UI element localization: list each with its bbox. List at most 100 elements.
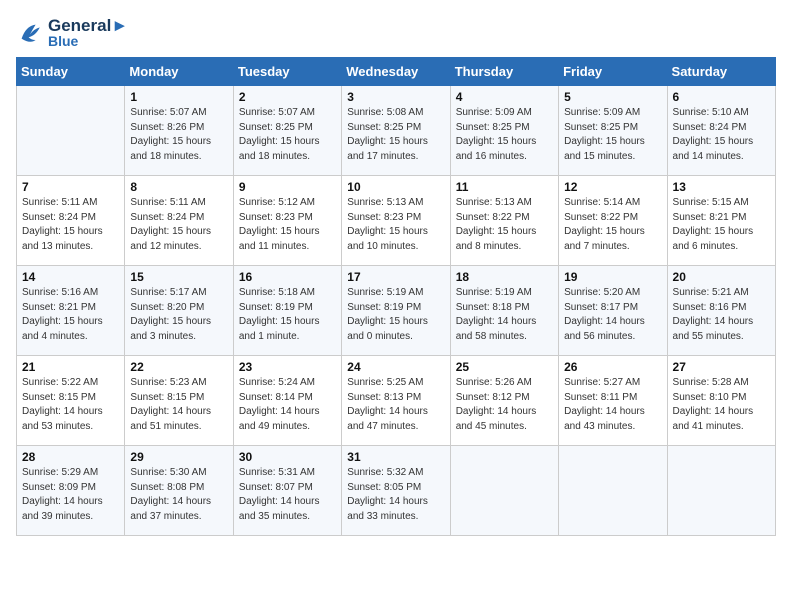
day-info: Sunrise: 5:13 AM Sunset: 8:23 PM Dayligh… [347, 196, 444, 254]
calendar-cell: 21 Sunrise: 5:22 AM Sunset: 8:15 PM Dayli… [17, 356, 125, 446]
calendar-cell: 15 Sunrise: 5:17 AM Sunset: 8:20 PM Dayli… [125, 266, 233, 356]
day-info: Sunrise: 5:20 AM Sunset: 8:17 PM Dayligh… [564, 286, 661, 344]
day-number: 27 [673, 360, 770, 374]
day-info: Sunrise: 5:18 AM Sunset: 8:19 PM Dayligh… [239, 286, 336, 344]
calendar-cell: 31 Sunrise: 5:32 AM Sunset: 8:05 PM Dayli… [342, 446, 450, 536]
day-info: Sunrise: 5:26 AM Sunset: 8:12 PM Dayligh… [456, 376, 553, 434]
calendar-week-row: 1 Sunrise: 5:07 AM Sunset: 8:26 PM Daylig… [17, 86, 776, 176]
calendar-cell: 2 Sunrise: 5:07 AM Sunset: 8:25 PM Daylig… [233, 86, 341, 176]
weekday-header-friday: Friday [559, 58, 667, 86]
day-number: 10 [347, 180, 444, 194]
page-header: General► Blue [16, 16, 776, 49]
logo-text: General► Blue [48, 16, 128, 49]
day-number: 1 [130, 90, 227, 104]
day-number: 9 [239, 180, 336, 194]
day-number: 16 [239, 270, 336, 284]
day-info: Sunrise: 5:25 AM Sunset: 8:13 PM Dayligh… [347, 376, 444, 434]
calendar-table: SundayMondayTuesdayWednesdayThursdayFrid… [16, 57, 776, 536]
calendar-cell: 27 Sunrise: 5:28 AM Sunset: 8:10 PM Dayli… [667, 356, 775, 446]
logo: General► Blue [16, 16, 128, 49]
day-number: 5 [564, 90, 661, 104]
day-info: Sunrise: 5:15 AM Sunset: 8:21 PM Dayligh… [673, 196, 770, 254]
calendar-cell: 17 Sunrise: 5:19 AM Sunset: 8:19 PM Dayli… [342, 266, 450, 356]
calendar-week-row: 21 Sunrise: 5:22 AM Sunset: 8:15 PM Dayli… [17, 356, 776, 446]
calendar-cell: 16 Sunrise: 5:18 AM Sunset: 8:19 PM Dayli… [233, 266, 341, 356]
day-info: Sunrise: 5:27 AM Sunset: 8:11 PM Dayligh… [564, 376, 661, 434]
weekday-header-sunday: Sunday [17, 58, 125, 86]
day-info: Sunrise: 5:23 AM Sunset: 8:15 PM Dayligh… [130, 376, 227, 434]
calendar-cell: 11 Sunrise: 5:13 AM Sunset: 8:22 PM Dayli… [450, 176, 558, 266]
day-number: 11 [456, 180, 553, 194]
calendar-cell: 14 Sunrise: 5:16 AM Sunset: 8:21 PM Dayli… [17, 266, 125, 356]
weekday-header-tuesday: Tuesday [233, 58, 341, 86]
day-info: Sunrise: 5:19 AM Sunset: 8:18 PM Dayligh… [456, 286, 553, 344]
calendar-week-row: 7 Sunrise: 5:11 AM Sunset: 8:24 PM Daylig… [17, 176, 776, 266]
day-number: 17 [347, 270, 444, 284]
calendar-week-row: 28Sunrise: 5:29 AM Sunset: 8:09 PM Dayli… [17, 446, 776, 536]
day-number: 19 [564, 270, 661, 284]
day-number: 12 [564, 180, 661, 194]
day-info: Sunrise: 5:12 AM Sunset: 8:23 PM Dayligh… [239, 196, 336, 254]
day-number: 24 [347, 360, 444, 374]
day-info: Sunrise: 5:09 AM Sunset: 8:25 PM Dayligh… [456, 106, 553, 164]
calendar-cell: 24 Sunrise: 5:25 AM Sunset: 8:13 PM Dayli… [342, 356, 450, 446]
calendar-cell: 22Sunrise: 5:23 AM Sunset: 8:15 PM Dayli… [125, 356, 233, 446]
day-info: Sunrise: 5:17 AM Sunset: 8:20 PM Dayligh… [130, 286, 227, 344]
day-number: 26 [564, 360, 661, 374]
calendar-cell [559, 446, 667, 536]
day-number: 7 [22, 180, 119, 194]
day-number: 13 [673, 180, 770, 194]
calendar-cell: 25 Sunrise: 5:26 AM Sunset: 8:12 PM Dayli… [450, 356, 558, 446]
weekday-header-row: SundayMondayTuesdayWednesdayThursdayFrid… [17, 58, 776, 86]
day-info: Sunrise: 5:13 AM Sunset: 8:22 PM Dayligh… [456, 196, 553, 254]
day-number: 20 [673, 270, 770, 284]
day-number: 2 [239, 90, 336, 104]
day-number: 8 [130, 180, 227, 194]
day-info: Sunrise: 5:10 AM Sunset: 8:24 PM Dayligh… [673, 106, 770, 164]
day-info: Sunrise: 5:07 AM Sunset: 8:25 PM Dayligh… [239, 106, 336, 164]
calendar-cell: 4Sunrise: 5:09 AM Sunset: 8:25 PM Daylig… [450, 86, 558, 176]
calendar-cell: 6 Sunrise: 5:10 AM Sunset: 8:24 PM Daylig… [667, 86, 775, 176]
day-info: Sunrise: 5:28 AM Sunset: 8:10 PM Dayligh… [673, 376, 770, 434]
calendar-cell: 8 Sunrise: 5:11 AM Sunset: 8:24 PM Daylig… [125, 176, 233, 266]
day-info: Sunrise: 5:07 AM Sunset: 8:26 PM Dayligh… [130, 106, 227, 164]
calendar-cell [17, 86, 125, 176]
weekday-header-saturday: Saturday [667, 58, 775, 86]
weekday-header-monday: Monday [125, 58, 233, 86]
weekday-header-wednesday: Wednesday [342, 58, 450, 86]
day-number: 6 [673, 90, 770, 104]
day-info: Sunrise: 5:11 AM Sunset: 8:24 PM Dayligh… [130, 196, 227, 254]
calendar-week-row: 14 Sunrise: 5:16 AM Sunset: 8:21 PM Dayli… [17, 266, 776, 356]
calendar-cell: 30Sunrise: 5:31 AM Sunset: 8:07 PM Dayli… [233, 446, 341, 536]
day-info: Sunrise: 5:32 AM Sunset: 8:05 PM Dayligh… [347, 466, 444, 524]
day-number: 15 [130, 270, 227, 284]
calendar-cell: 3Sunrise: 5:08 AM Sunset: 8:25 PM Daylig… [342, 86, 450, 176]
day-info: Sunrise: 5:14 AM Sunset: 8:22 PM Dayligh… [564, 196, 661, 254]
calendar-cell: 23 Sunrise: 5:24 AM Sunset: 8:14 PM Dayli… [233, 356, 341, 446]
day-number: 25 [456, 360, 553, 374]
calendar-cell: 19 Sunrise: 5:20 AM Sunset: 8:17 PM Dayli… [559, 266, 667, 356]
calendar-cell: 9 Sunrise: 5:12 AM Sunset: 8:23 PM Daylig… [233, 176, 341, 266]
day-info: Sunrise: 5:24 AM Sunset: 8:14 PM Dayligh… [239, 376, 336, 434]
calendar-cell: 10 Sunrise: 5:13 AM Sunset: 8:23 PM Dayli… [342, 176, 450, 266]
calendar-cell: 29 Sunrise: 5:30 AM Sunset: 8:08 PM Dayli… [125, 446, 233, 536]
day-info: Sunrise: 5:31 AM Sunset: 8:07 PM Dayligh… [239, 466, 336, 524]
day-info: Sunrise: 5:19 AM Sunset: 8:19 PM Dayligh… [347, 286, 444, 344]
day-info: Sunrise: 5:11 AM Sunset: 8:24 PM Dayligh… [22, 196, 119, 254]
day-number: 23 [239, 360, 336, 374]
day-info: Sunrise: 5:22 AM Sunset: 8:15 PM Dayligh… [22, 376, 119, 434]
calendar-cell: 26 Sunrise: 5:27 AM Sunset: 8:11 PM Dayli… [559, 356, 667, 446]
day-number: 18 [456, 270, 553, 284]
day-number: 21 [22, 360, 119, 374]
calendar-cell: 5 Sunrise: 5:09 AM Sunset: 8:25 PM Daylig… [559, 86, 667, 176]
calendar-cell: 20Sunrise: 5:21 AM Sunset: 8:16 PM Dayli… [667, 266, 775, 356]
day-number: 14 [22, 270, 119, 284]
day-info: Sunrise: 5:16 AM Sunset: 8:21 PM Dayligh… [22, 286, 119, 344]
day-info: Sunrise: 5:30 AM Sunset: 8:08 PM Dayligh… [130, 466, 227, 524]
day-info: Sunrise: 5:09 AM Sunset: 8:25 PM Dayligh… [564, 106, 661, 164]
day-info: Sunrise: 5:08 AM Sunset: 8:25 PM Dayligh… [347, 106, 444, 164]
day-number: 29 [130, 450, 227, 464]
calendar-cell: 13 Sunrise: 5:15 AM Sunset: 8:21 PM Dayli… [667, 176, 775, 266]
calendar-cell: 18 Sunrise: 5:19 AM Sunset: 8:18 PM Dayli… [450, 266, 558, 356]
day-number: 31 [347, 450, 444, 464]
